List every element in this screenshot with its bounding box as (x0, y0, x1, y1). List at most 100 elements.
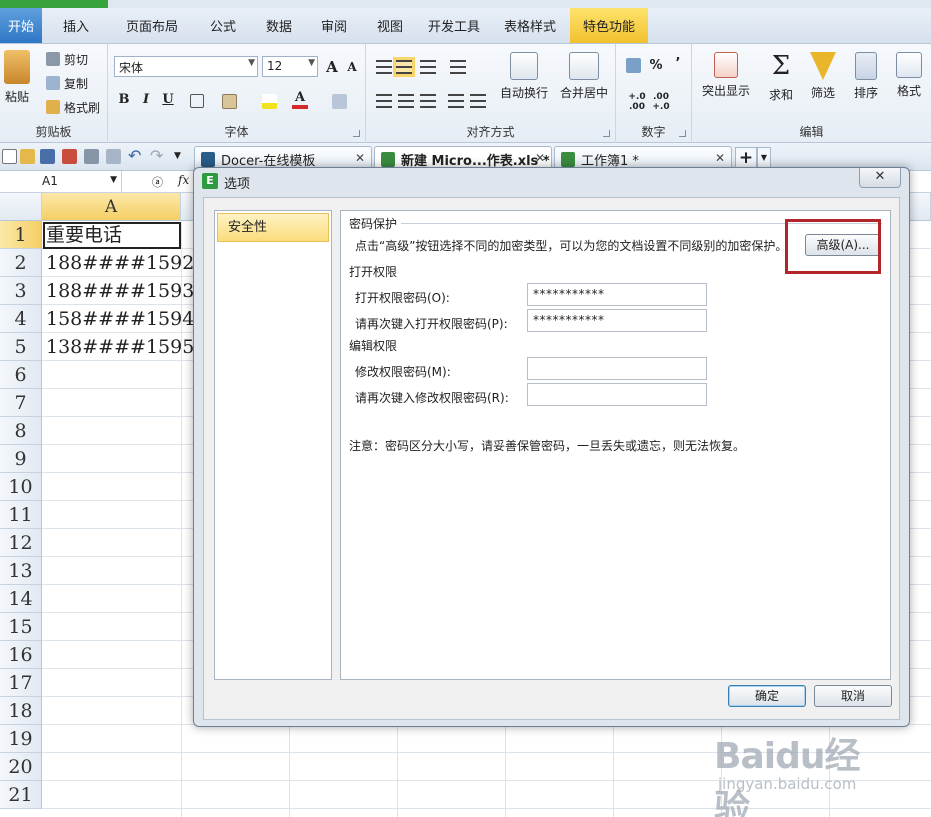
wrap-text-button[interactable]: 自动换行 (500, 52, 548, 101)
row-header[interactable]: 11 (0, 501, 42, 529)
edit-password-field[interactable] (527, 357, 707, 380)
cell-a5[interactable]: 138####1595 (43, 334, 194, 361)
align-right-icon[interactable] (420, 94, 436, 108)
tab-special-features[interactable]: 特色功能 (570, 8, 648, 43)
dialog-launcher-icon[interactable] (603, 130, 610, 137)
open-confirm-field[interactable]: *********** (527, 309, 707, 332)
open-folder-icon[interactable] (20, 149, 35, 164)
shrink-font-button[interactable]: A (342, 60, 362, 74)
row-header[interactable]: 3 (0, 277, 42, 305)
print-icon[interactable] (84, 149, 99, 164)
select-all-corner[interactable] (0, 193, 42, 221)
tab-review[interactable]: 审阅 (306, 8, 362, 43)
row-header[interactable]: 4 (0, 305, 42, 333)
comma-style-button[interactable]: ’ (668, 56, 688, 71)
close-icon[interactable]: ✕ (535, 151, 545, 165)
merge-center-button[interactable]: 合并居中 (560, 52, 608, 101)
save-icon[interactable] (40, 149, 55, 164)
customize-toolbar-icon[interactable]: ▼ (174, 149, 189, 164)
tab-list-button[interactable]: ▼ (757, 147, 771, 169)
row-header[interactable]: 6 (0, 361, 42, 389)
align-middle-icon[interactable] (393, 57, 415, 77)
format-button[interactable]: 格式 (896, 52, 922, 99)
font-color-button[interactable]: A (292, 90, 308, 109)
copy-button[interactable]: 复制 (46, 74, 88, 92)
sort-button[interactable]: 排序 (854, 52, 878, 101)
tab-insert[interactable]: 插入 (42, 8, 110, 43)
tab-data[interactable]: 数据 (252, 8, 306, 43)
dialog-close-button[interactable]: ✕ (859, 168, 901, 188)
row-header[interactable]: 16 (0, 641, 42, 669)
decrease-decimal-button[interactable]: .00 +.0 (650, 92, 672, 112)
redo-icon[interactable]: ↷ (150, 148, 165, 164)
nav-item-security[interactable]: 安全性 (217, 213, 329, 242)
percent-button[interactable]: % (646, 58, 666, 73)
dialog-title-bar[interactable]: E 选项 ✕ (194, 168, 909, 195)
sum-button[interactable]: Σ 求和 (766, 52, 796, 103)
print-preview-icon[interactable] (106, 149, 121, 164)
align-bottom-icon[interactable] (420, 60, 436, 74)
align-top-icon[interactable] (376, 60, 392, 74)
row-header[interactable]: 13 (0, 557, 42, 585)
row-header[interactable]: 2 (0, 249, 42, 277)
zoom-formula-icon[interactable]: ⓐ (152, 174, 163, 190)
cell-a1[interactable]: 重要电话 (43, 222, 181, 249)
row-header[interactable]: 10 (0, 473, 42, 501)
border-icon[interactable] (190, 94, 204, 108)
row-header[interactable]: 8 (0, 417, 42, 445)
tab-home[interactable]: 开始 (0, 8, 42, 43)
currency-icon[interactable] (626, 58, 641, 73)
row-header[interactable]: 1 (0, 221, 42, 249)
row-header[interactable]: 21 (0, 781, 42, 809)
tab-developer[interactable]: 开发工具 (418, 8, 490, 43)
cell-a4[interactable]: 158####1594 (43, 306, 194, 333)
edit-confirm-field[interactable] (527, 383, 707, 406)
format-painter-button[interactable]: 格式刷 (46, 98, 100, 116)
row-header[interactable]: 7 (0, 389, 42, 417)
wps-app-badge[interactable] (0, 0, 108, 8)
cell-a2[interactable]: 188####1592 (43, 250, 194, 277)
font-size-select[interactable]: 12 ▼ (262, 56, 318, 77)
font-name-select[interactable]: 宋体 ▼ (114, 56, 258, 77)
row-header[interactable]: 19 (0, 725, 42, 753)
align-center-icon[interactable] (398, 94, 414, 108)
cell-style-icon[interactable] (222, 94, 237, 109)
row-header[interactable]: 17 (0, 669, 42, 697)
row-header[interactable]: 9 (0, 445, 42, 473)
name-box[interactable]: A1 ▼ (0, 171, 122, 192)
ok-button[interactable]: 确定 (728, 685, 806, 707)
paste-button[interactable]: 粘贴 (4, 50, 30, 105)
new-tab-button[interactable]: + (735, 147, 757, 169)
row-header[interactable]: 20 (0, 753, 42, 781)
align-left-icon[interactable] (376, 94, 392, 108)
export-pdf-icon[interactable] (62, 149, 77, 164)
close-icon[interactable]: ✕ (715, 151, 725, 165)
filter-button[interactable]: 筛选 (810, 52, 836, 101)
tab-view[interactable]: 视图 (362, 8, 418, 43)
grow-font-button[interactable]: A (322, 58, 342, 76)
row-header[interactable]: 12 (0, 529, 42, 557)
dialog-launcher-icon[interactable] (353, 130, 360, 137)
fill-color-icon[interactable] (262, 94, 277, 109)
row-header[interactable]: 18 (0, 697, 42, 725)
cell-a3[interactable]: 188####1593 (43, 278, 194, 305)
column-header-a[interactable]: A (42, 193, 181, 221)
increase-decimal-button[interactable]: +.0 .00 (626, 92, 648, 112)
new-file-icon[interactable] (2, 149, 17, 164)
highlight-button[interactable]: 突出显示 (702, 52, 750, 99)
cancel-button[interactable]: 取消 (814, 685, 892, 707)
row-header[interactable]: 15 (0, 613, 42, 641)
italic-button[interactable]: I (136, 92, 156, 107)
tab-page-layout[interactable]: 页面布局 (110, 8, 194, 43)
decrease-indent-icon[interactable] (448, 94, 464, 108)
tab-formulas[interactable]: 公式 (194, 8, 252, 43)
function-icon[interactable]: fx (178, 173, 189, 187)
undo-icon[interactable]: ↶ (128, 148, 143, 164)
text-orientation-icon[interactable] (450, 60, 466, 74)
dialog-launcher-icon[interactable] (679, 130, 686, 137)
underline-button[interactable]: U (158, 92, 178, 107)
open-password-field[interactable]: *********** (527, 283, 707, 306)
bold-button[interactable]: B (114, 92, 134, 107)
tab-table-style[interactable]: 表格样式 (490, 8, 570, 43)
row-header[interactable]: 5 (0, 333, 42, 361)
